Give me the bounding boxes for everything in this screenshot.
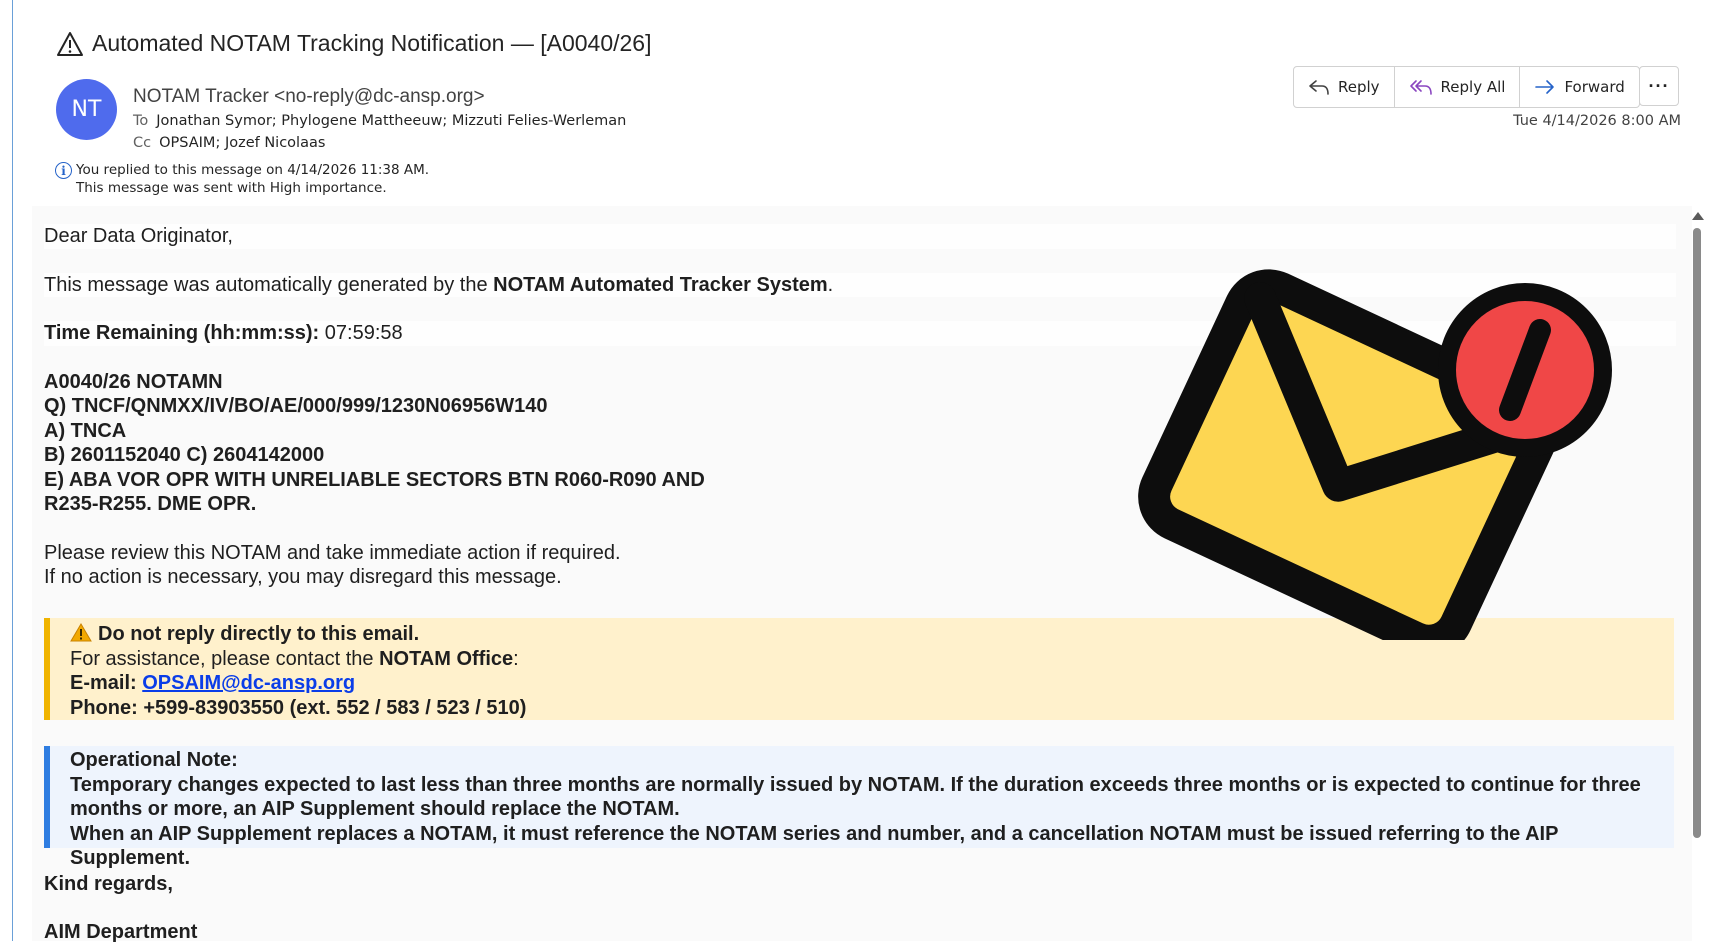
received-date: Tue 4/14/2026 8:00 AM	[1513, 113, 1681, 129]
scroll-thumb[interactable]	[1693, 228, 1701, 838]
system-name: NOTAM Automated Tracker System	[493, 273, 828, 296]
sender-address[interactable]: NOTAM Tracker <no-reply@dc-ansp.org>	[133, 86, 485, 108]
subject-text: Automated NOTAM Tracking Notification — …	[92, 30, 652, 56]
reply-all-label: Reply All	[1440, 78, 1506, 96]
closing-regards: Kind regards,	[44, 873, 173, 895]
reply-label: Reply	[1338, 78, 1380, 96]
operational-note-callout: Operational Note: Temporary changes expe…	[44, 746, 1674, 869]
intro-suffix: .	[827, 273, 834, 296]
importance-notice: This message was sent with High importan…	[76, 180, 387, 196]
scroll-up-icon[interactable]	[1692, 212, 1704, 220]
cc-recipients: Cc OPSAIM; Jozef Nicolaas	[133, 135, 325, 151]
sender-avatar[interactable]: NT	[56, 79, 117, 140]
assistance-line: For assistance, please contact the NOTAM…	[70, 647, 1674, 672]
to-label: To	[133, 113, 149, 129]
office-email-link[interactable]: OPSAIM@dc-ansp.org	[142, 672, 355, 694]
intro-prefix: This message was automatically generated…	[44, 273, 494, 296]
more-icon: ···	[1648, 75, 1670, 96]
reply-all-icon	[1409, 80, 1432, 95]
message-actions: Reply Reply All Forward	[1293, 66, 1640, 108]
to-list[interactable]: Jonathan Symor; Phylogene Mattheeuw; Miz…	[156, 113, 626, 129]
time-label: Time Remaining (hh:mm:ss):	[44, 322, 320, 344]
warning-triangle-icon	[57, 31, 83, 56]
email-label: E-mail:	[70, 672, 143, 694]
note-paragraph-2: When an AIP Supplement replaces a NOTAM,…	[70, 822, 1559, 870]
more-actions-button[interactable]: ···	[1639, 66, 1679, 106]
message-info-bar: i You replied to this message on 4/14/20…	[55, 161, 429, 197]
office-name: NOTAM Office	[379, 647, 514, 670]
note-title: Operational Note:	[70, 749, 238, 771]
email-line: E-mail: OPSAIM@dc-ansp.org	[70, 671, 1674, 696]
forward-button[interactable]: Forward	[1520, 67, 1638, 107]
warn-title: Do not reply directly to this email.	[98, 623, 420, 645]
note-paragraph-1: Temporary changes expected to last less …	[70, 773, 1641, 821]
forward-label: Forward	[1564, 78, 1625, 96]
reply-all-button[interactable]: Reply All	[1395, 67, 1521, 107]
assist-prefix: For assistance, please contact the	[70, 647, 380, 670]
vertical-scrollbar[interactable]	[1690, 206, 1704, 941]
cc-list[interactable]: OPSAIM; Jozef Nicolaas	[159, 135, 325, 151]
cc-label: Cc	[133, 135, 152, 151]
assist-suffix: :	[513, 647, 519, 670]
warning-icon	[70, 623, 92, 642]
forward-arrow-icon	[1535, 80, 1555, 94]
reply-icon	[1309, 80, 1329, 95]
email-subject: Automated NOTAM Tracking Notification — …	[56, 30, 652, 57]
window-left-border	[12, 0, 13, 941]
envelope-alert-icon	[1138, 269, 1612, 640]
replied-notice: You replied to this message on 4/14/2026…	[76, 162, 430, 178]
to-recipients: To Jonathan Symor; Phylogene Mattheeuw; M…	[133, 113, 626, 129]
info-icon: i	[55, 162, 72, 179]
phone-line: Phone: +599-83903550 (ext. 552 / 583 / 5…	[70, 696, 527, 719]
reply-button[interactable]: Reply	[1294, 67, 1395, 107]
time-value: 07:59:58	[319, 322, 403, 344]
greeting: Dear Data Originator,	[44, 224, 1676, 249]
